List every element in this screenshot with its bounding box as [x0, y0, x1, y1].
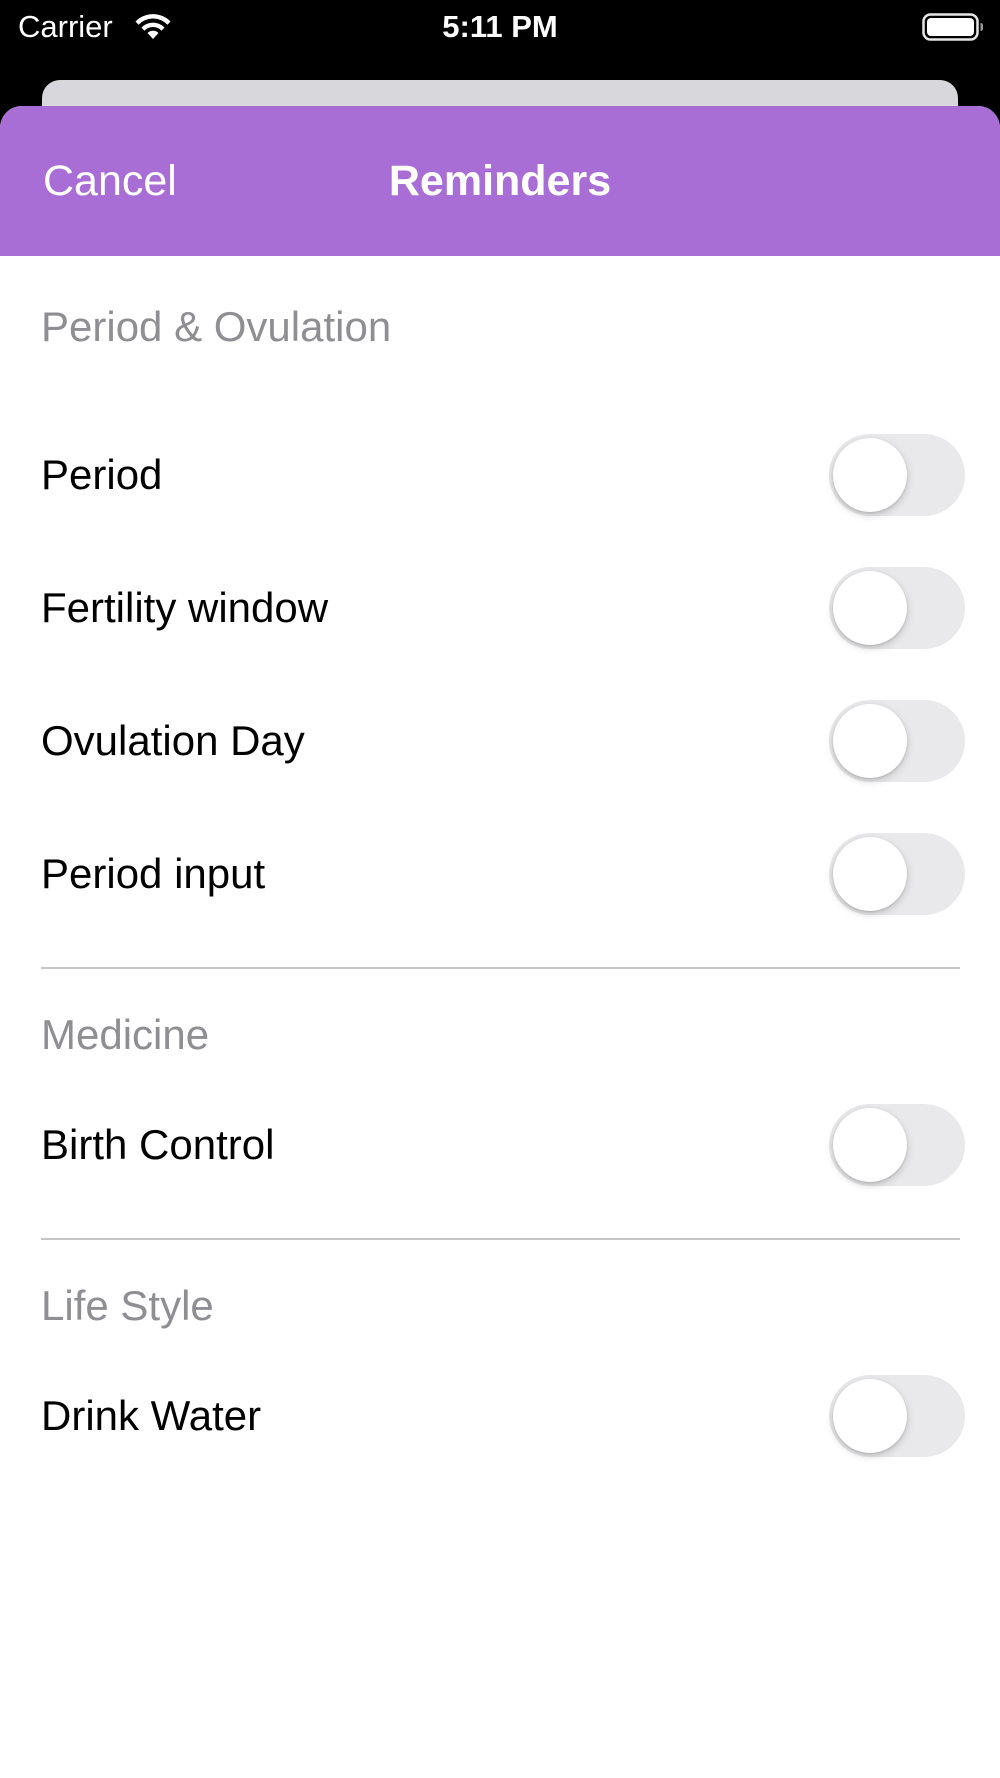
- reminder-label: Fertility window: [41, 584, 329, 631]
- reminder-row-period: Period: [0, 430, 1000, 520]
- section-header-period-ovulation: Period & Ovulation: [41, 303, 392, 350]
- toggle-knob: [833, 1379, 907, 1453]
- reminder-label: Birth Control: [41, 1121, 275, 1168]
- toggle-knob: [833, 438, 907, 512]
- toggle-knob: [833, 1108, 907, 1182]
- reminders-sheet: Cancel Reminders Period & Ovulation Peri…: [0, 106, 1000, 1778]
- birth-control-toggle[interactable]: [829, 1104, 965, 1186]
- ovulation-day-toggle[interactable]: [829, 700, 965, 782]
- toggle-knob: [833, 704, 907, 778]
- section-divider: [41, 967, 960, 969]
- reminder-row-drink-water: Drink Water: [0, 1371, 1000, 1461]
- drink-water-toggle[interactable]: [829, 1375, 965, 1457]
- screen: Carrier 5:11 PM Cancel Reminders Period …: [0, 0, 1000, 1778]
- reminder-label: Period: [41, 451, 163, 498]
- page-title: Reminders: [388, 157, 612, 205]
- period-toggle[interactable]: [829, 434, 965, 516]
- reminder-row-ovulation-day: Ovulation Day: [0, 696, 1000, 786]
- reminder-row-period-input: Period input: [0, 829, 1000, 919]
- status-time: 5:11 PM: [442, 9, 558, 44]
- reminder-label: Drink Water: [41, 1392, 262, 1439]
- status-bar: Carrier 5:11 PM: [0, 0, 1000, 60]
- reminder-row-fertility-window: Fertility window: [0, 563, 1000, 653]
- period-input-toggle[interactable]: [829, 833, 965, 915]
- section-header-life-style: Life Style: [41, 1282, 214, 1329]
- section-divider: [41, 1238, 960, 1240]
- reminder-row-birth-control: Birth Control: [0, 1100, 1000, 1190]
- reminder-label: Period input: [41, 850, 266, 897]
- battery-full-icon: [922, 13, 983, 41]
- toggle-knob: [833, 837, 907, 911]
- reminder-label: Ovulation Day: [41, 717, 305, 764]
- navigation-bar: Cancel Reminders: [0, 106, 1000, 256]
- fertility-window-toggle[interactable]: [829, 567, 965, 649]
- section-header-medicine: Medicine: [41, 1011, 210, 1058]
- toggle-knob: [833, 571, 907, 645]
